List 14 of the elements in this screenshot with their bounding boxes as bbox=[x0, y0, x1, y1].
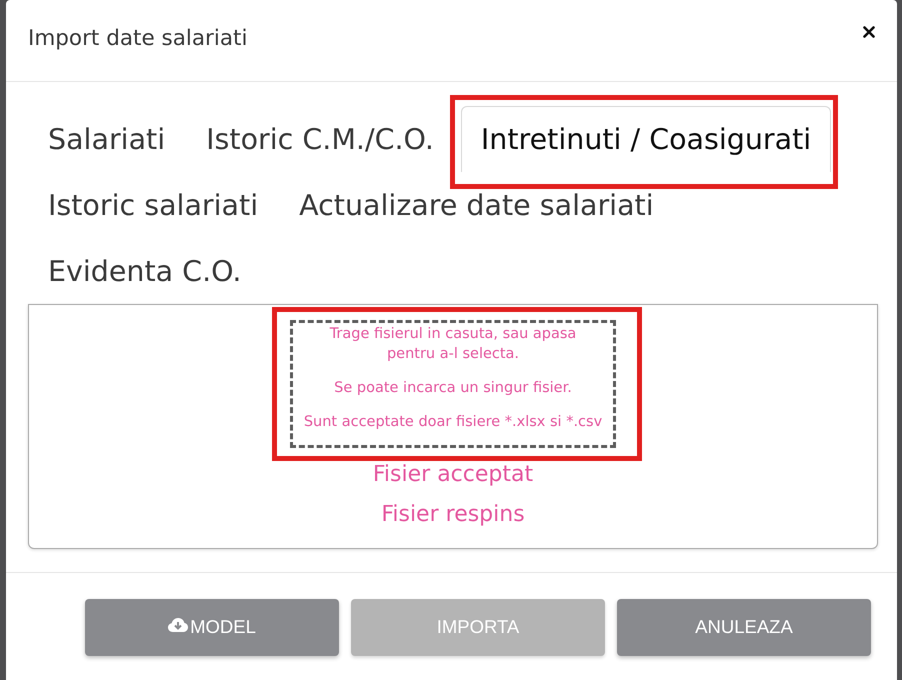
tab[interactable]: Evidenta C.O. bbox=[28, 238, 262, 304]
close-icon bbox=[863, 26, 875, 38]
tab[interactable]: Salariati bbox=[28, 106, 186, 172]
tab[interactable]: Istoric salariati bbox=[28, 172, 278, 238]
tab[interactable]: Actualizare date salariati bbox=[279, 172, 674, 238]
status-message: Fisier acceptat bbox=[372, 461, 534, 489]
tab[interactable]: Istoric C.M./C.O. bbox=[186, 106, 454, 172]
drop-hint: Sunt acceptate doar fisiere *.xlsx si *.csv bbox=[304, 413, 602, 432]
dialog-title: Import date salariati bbox=[28, 26, 248, 51]
status-message: Fisier respins bbox=[381, 501, 525, 529]
drop-hint: Trage fisierul in casuta, sau apasa pentru a-l selecta. bbox=[328, 325, 578, 364]
close-button[interactable] bbox=[861, 24, 877, 40]
drop-hint: Se poate incarca un singur fisier. bbox=[334, 379, 572, 398]
tab[interactable]: Intretinuti / Coasigurati bbox=[460, 106, 832, 172]
